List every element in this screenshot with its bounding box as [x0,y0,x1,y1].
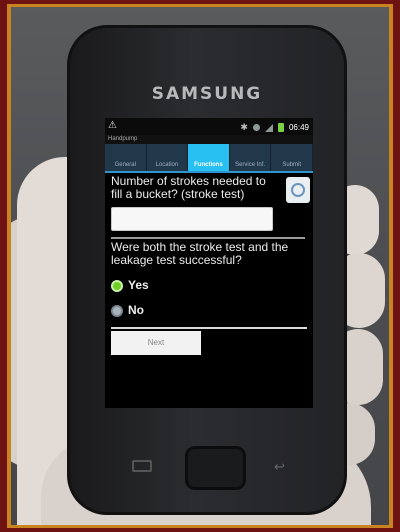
tab-bar: General Location Functions Service Inf. … [105,144,313,173]
radio-selected-icon[interactable] [111,279,123,292]
photo: SAMSUNG ⚠ ✱ 06:49 Handpump General Locat… [11,7,389,525]
clock: 06:49 [288,123,309,132]
option-no-label: No [128,303,144,317]
battery-icon [277,123,284,132]
radio-unselected-icon[interactable] [111,304,123,317]
question-strokes: Number of strokes needed to fill a bucke… [111,174,266,201]
bluetooth-icon: ✱ [240,122,248,132]
option-yes-label: Yes [128,278,149,292]
tab-submit[interactable]: Submit [271,144,313,171]
tab-functions[interactable]: Functions [188,144,230,171]
phone-screen: ⚠ ✱ 06:49 Handpump General Location Func… [105,118,313,408]
photo-frame: SAMSUNG ⚠ ✱ 06:49 Handpump General Locat… [7,4,393,528]
menu-key-icon[interactable] [132,460,152,472]
question-tests-successful: Were both the stroke test and the leakag… [111,240,289,267]
form: Number of strokes needed to fill a bucke… [105,175,313,355]
divider [111,327,307,329]
phone-brand: SAMSUNG [151,84,263,104]
info-button[interactable] [286,177,310,203]
signal-icon [264,123,273,132]
divider [111,237,305,239]
app-title: Handpump [105,135,313,144]
status-bar: ⚠ ✱ 06:49 [105,118,313,135]
tab-location[interactable]: Location [147,144,189,171]
strokes-input[interactable] [111,207,273,231]
wifi-icon [252,124,260,131]
tab-general[interactable]: General [105,144,147,171]
tab-service-info[interactable]: Service Inf. [230,144,272,171]
back-key-icon[interactable]: ↩ [274,459,285,475]
option-no[interactable]: No [111,304,313,317]
warning-icon: ⚠ [108,120,117,131]
option-yes[interactable]: Yes [111,279,313,292]
phone: SAMSUNG ⚠ ✱ 06:49 Handpump General Locat… [67,25,347,515]
home-button[interactable] [185,446,246,490]
next-button[interactable]: Next [111,331,201,355]
info-icon [291,183,305,197]
